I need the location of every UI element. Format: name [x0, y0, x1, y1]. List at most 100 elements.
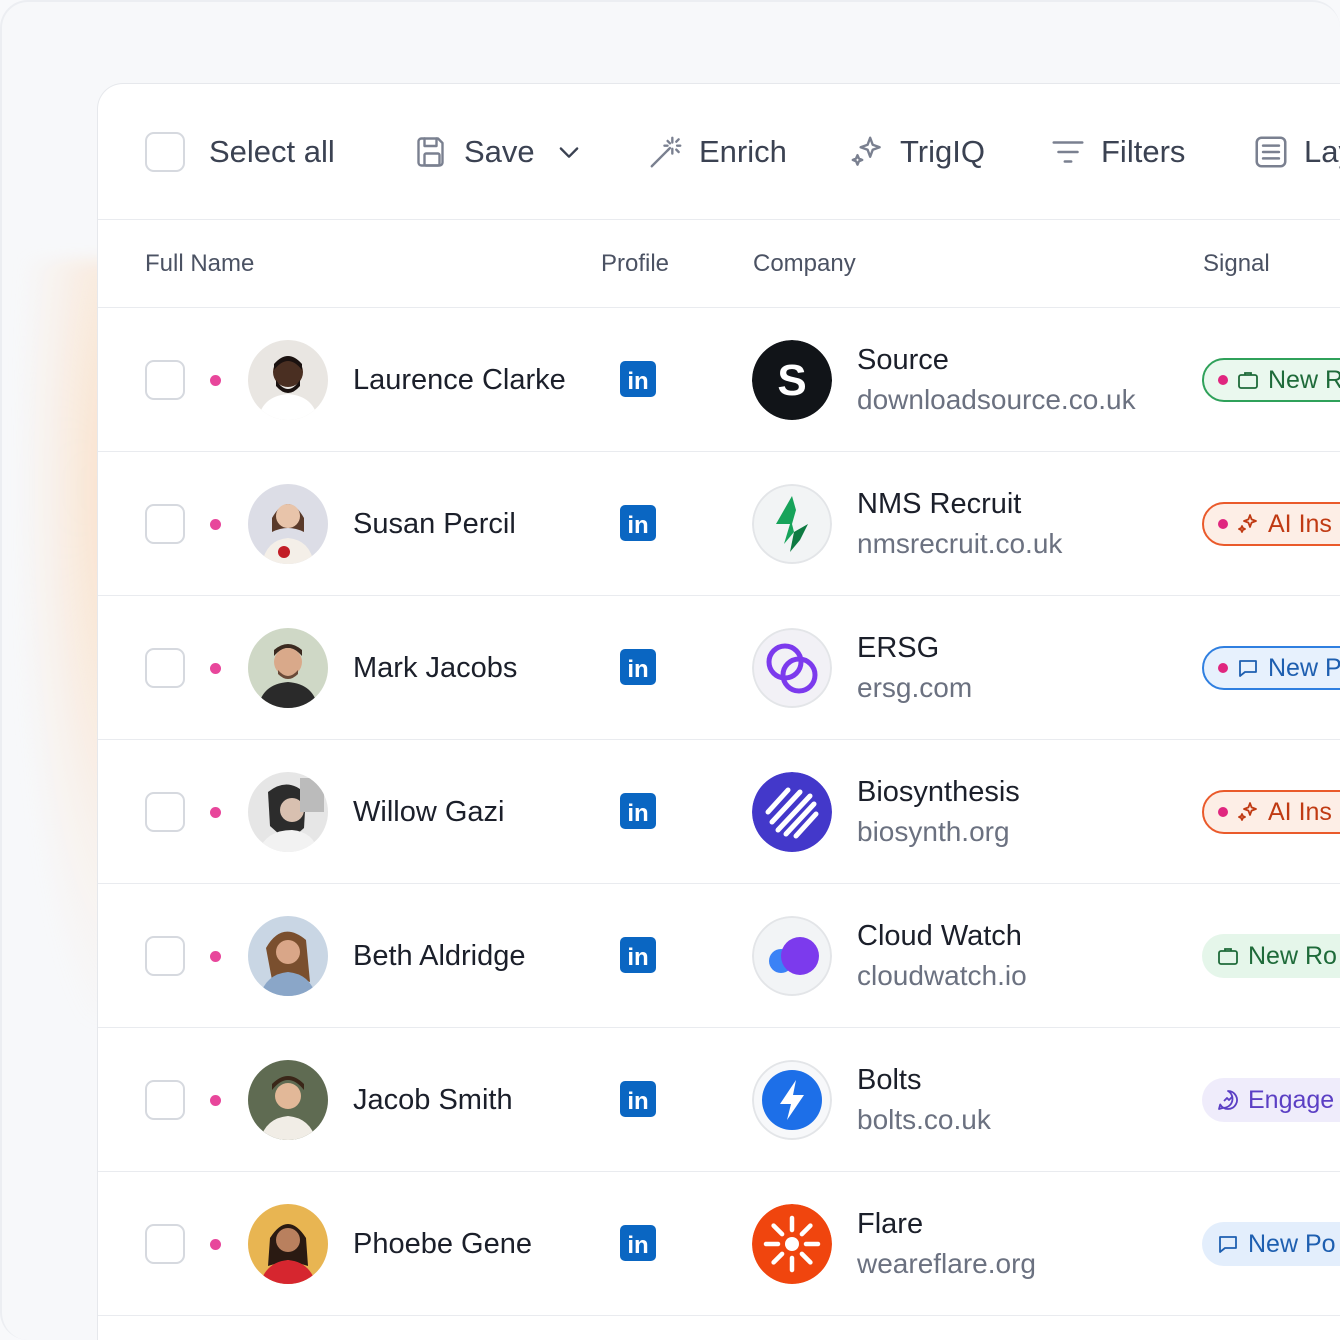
save-button[interactable]: Save	[414, 84, 583, 220]
row-checkbox[interactable]	[145, 792, 185, 832]
signal-label: New R	[1268, 365, 1340, 394]
svg-text:in: in	[627, 368, 648, 395]
signal-label: Engage	[1248, 1085, 1335, 1114]
row-checkbox[interactable]	[145, 1224, 185, 1264]
chevron-down-icon[interactable]	[555, 138, 583, 166]
chat-bubble-icon	[1216, 1232, 1240, 1256]
company-name[interactable]: ERSG	[857, 632, 939, 665]
layout-button[interactable]: Lay	[1252, 84, 1340, 220]
signal-badge[interactable]: Engage	[1202, 1078, 1340, 1122]
table-row[interactable]: Laurence Clarke in S Source downloadsour…	[98, 308, 1340, 452]
column-header-profile[interactable]: Profile	[601, 220, 669, 308]
company-domain[interactable]: nmsrecruit.co.uk	[857, 528, 1062, 560]
table-row[interactable]: Phoebe Gene in Flare weareflare.org New …	[98, 1172, 1340, 1316]
full-name[interactable]: Phoebe Gene	[353, 1172, 532, 1316]
company-name[interactable]: Biosynthesis	[857, 776, 1020, 809]
company-logo-ersg	[752, 628, 832, 708]
signal-badge[interactable]: AI Ins	[1202, 790, 1340, 834]
row-checkbox[interactable]	[145, 360, 185, 400]
column-header-full-name[interactable]: Full Name	[145, 220, 254, 308]
enrich-label: Enrich	[699, 134, 787, 169]
table-row[interactable]: Susan Percil in NMS Recruit nmsrecruit.c…	[98, 452, 1340, 596]
select-all-checkbox[interactable]	[145, 132, 185, 172]
signal-badge[interactable]: New Po	[1202, 1222, 1340, 1266]
linkedin-icon[interactable]: in	[620, 649, 656, 685]
table-row[interactable]: Beth Aldridge in Cloud Watch cloudwatch.…	[98, 884, 1340, 1028]
full-name[interactable]: Laurence Clarke	[353, 308, 566, 452]
status-dot	[210, 807, 221, 818]
svg-text:S: S	[777, 356, 806, 405]
filters-button[interactable]: Filters	[1049, 84, 1185, 220]
table-row[interactable]: Jacob Smith in Bolts bolts.co.uk Engage	[98, 1028, 1340, 1172]
enrich-button[interactable]: Enrich	[647, 84, 787, 220]
linkedin-icon[interactable]: in	[620, 937, 656, 973]
linkedin-icon[interactable]: in	[620, 793, 656, 829]
full-name[interactable]: Susan Percil	[353, 452, 516, 596]
chat-engage-icon	[1216, 1088, 1240, 1112]
signal-label: AI Ins	[1268, 509, 1332, 538]
svg-text:in: in	[627, 800, 648, 827]
company-name[interactable]: Bolts	[857, 1064, 921, 1097]
full-name[interactable]: Willow Gazi	[353, 740, 504, 884]
linkedin-icon[interactable]: in	[620, 361, 656, 397]
row-checkbox[interactable]	[145, 648, 185, 688]
company-domain[interactable]: downloadsource.co.uk	[857, 384, 1136, 416]
linkedin-icon[interactable]: in	[620, 1225, 656, 1261]
layout-icon	[1252, 133, 1290, 171]
company-name[interactable]: NMS Recruit	[857, 488, 1021, 521]
magic-wand-icon	[647, 133, 685, 171]
company-domain[interactable]: ersg.com	[857, 672, 972, 704]
full-name[interactable]: Jacob Smith	[353, 1028, 513, 1172]
company-name[interactable]: Flare	[857, 1208, 923, 1241]
full-name[interactable]: Mark Jacobs	[353, 596, 517, 740]
company-name[interactable]: Cloud Watch	[857, 920, 1022, 953]
signal-label: New Po	[1248, 1229, 1336, 1258]
signal-label: New Ro	[1248, 941, 1337, 970]
row-checkbox[interactable]	[145, 504, 185, 544]
sparkle-icon	[1236, 800, 1260, 824]
signal-badge[interactable]: AI Ins	[1202, 502, 1340, 546]
table-row[interactable]: Willow Gazi in Biosynthesis biosynth.org…	[98, 740, 1340, 884]
column-header-company[interactable]: Company	[753, 220, 856, 308]
avatar	[248, 340, 328, 420]
table-header: Full Name Profile Company Signal	[98, 220, 1340, 308]
signal-label: AI Ins	[1268, 797, 1332, 826]
svg-text:in: in	[627, 656, 648, 683]
table-row[interactable]: Mark Jacobs in ERSG ersg.com New P	[98, 596, 1340, 740]
chat-bubble-icon	[1236, 656, 1260, 680]
signal-badge[interactable]: New R	[1202, 358, 1340, 402]
column-header-signal[interactable]: Signal	[1203, 220, 1270, 308]
company-domain[interactable]: biosynth.org	[857, 816, 1010, 848]
company-logo-nms-recruit	[752, 484, 832, 564]
svg-text:in: in	[627, 944, 648, 971]
filter-lines-icon	[1049, 133, 1087, 171]
select-all-control[interactable]: Select all	[145, 84, 335, 220]
signal-badge[interactable]: New Ro	[1202, 934, 1340, 978]
briefcase-icon	[1236, 368, 1260, 392]
company-logo-bolts	[752, 1060, 832, 1140]
company-domain[interactable]: weareflare.org	[857, 1248, 1036, 1280]
full-name[interactable]: Beth Aldridge	[353, 884, 526, 1028]
signal-dot	[1218, 807, 1228, 817]
trigiq-button[interactable]: TrigIQ	[848, 84, 985, 220]
sparkle-icon	[848, 133, 886, 171]
company-domain[interactable]: bolts.co.uk	[857, 1104, 991, 1136]
status-dot	[210, 1095, 221, 1106]
contacts-table-card: Select all Save Enrich TrigIQ Filters La…	[97, 83, 1340, 1340]
company-domain[interactable]: cloudwatch.io	[857, 960, 1027, 992]
signal-badge[interactable]: New P	[1202, 646, 1340, 690]
row-checkbox[interactable]	[145, 1080, 185, 1120]
company-name[interactable]: Source	[857, 344, 949, 377]
linkedin-icon[interactable]: in	[620, 1081, 656, 1117]
save-label: Save	[464, 134, 535, 169]
sparkle-icon	[1236, 512, 1260, 536]
status-dot	[210, 663, 221, 674]
company-logo-source: S	[752, 340, 832, 420]
trigiq-label: TrigIQ	[900, 134, 985, 169]
status-dot	[210, 519, 221, 530]
linkedin-icon[interactable]: in	[620, 505, 656, 541]
status-dot	[210, 1239, 221, 1250]
row-checkbox[interactable]	[145, 936, 185, 976]
company-logo-biosynthesis	[752, 772, 832, 852]
save-icon	[414, 134, 450, 170]
